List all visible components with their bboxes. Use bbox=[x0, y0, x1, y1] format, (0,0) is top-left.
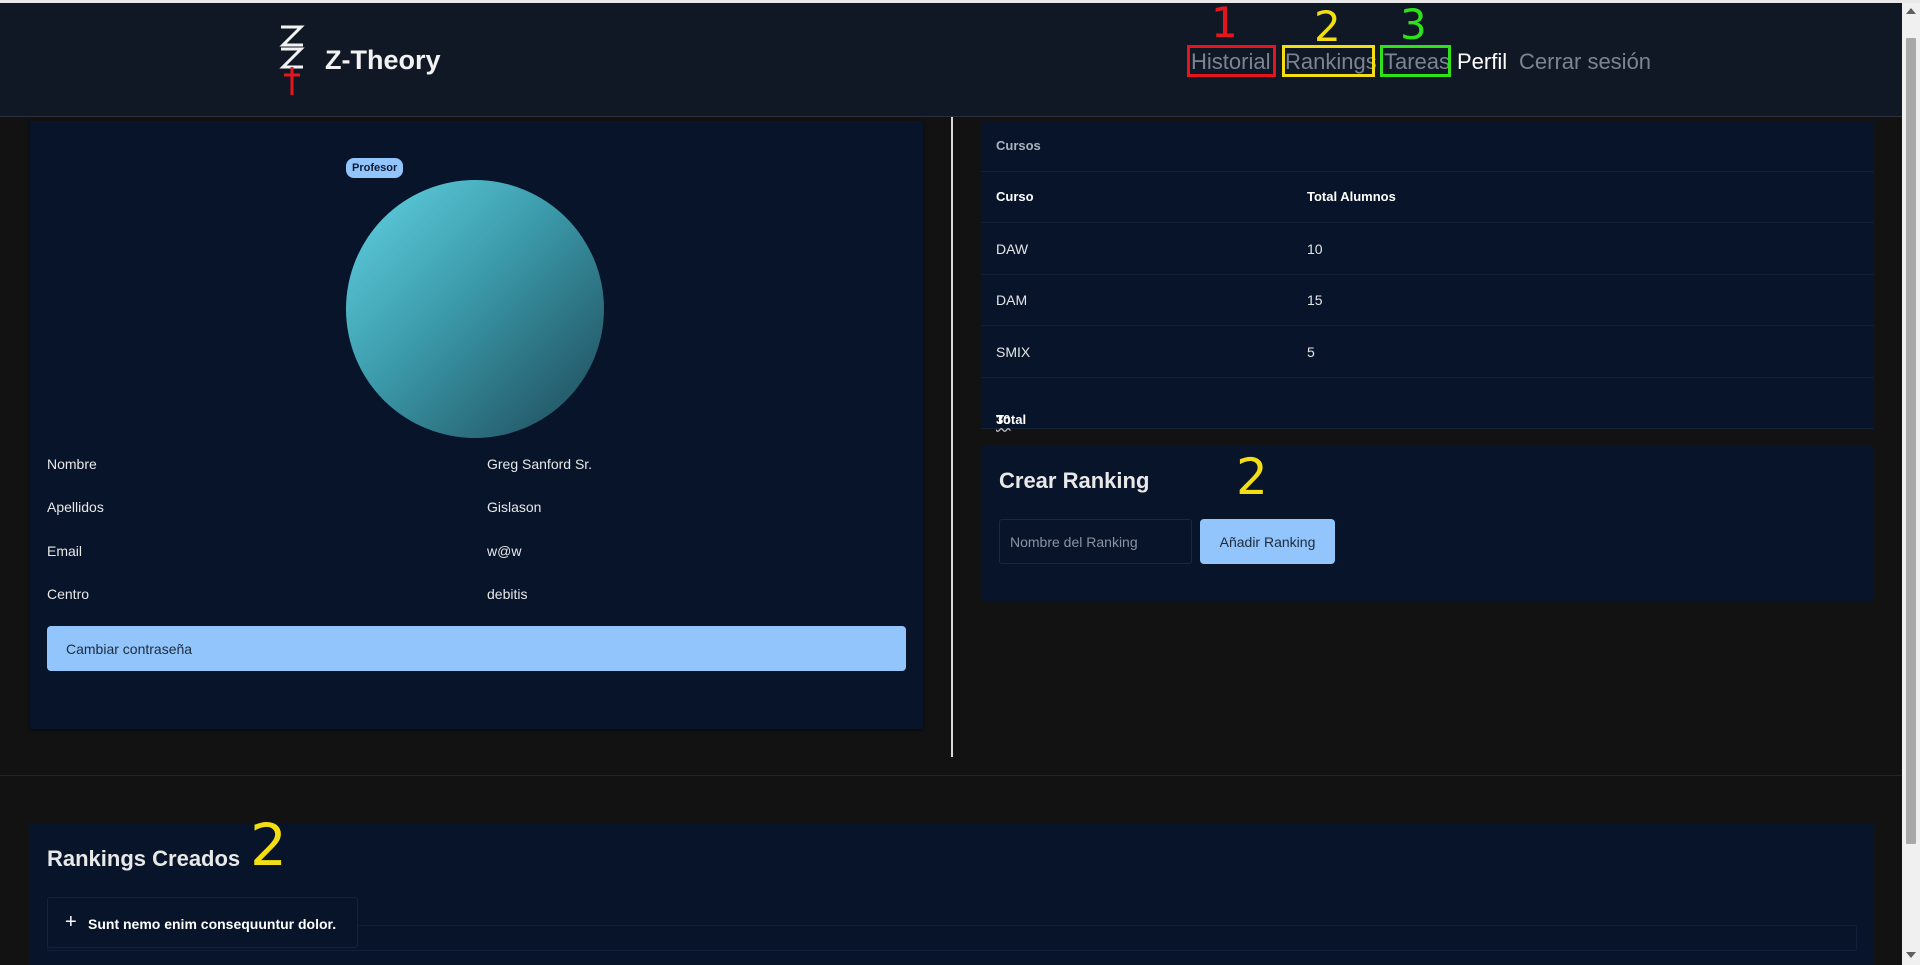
change-password-button[interactable]: Cambiar contraseña bbox=[47, 626, 906, 671]
annotation-box-historial bbox=[1187, 45, 1276, 77]
profile-row-nombre: Nombre Greg Sanford Sr. bbox=[47, 456, 907, 476]
create-ranking-card: Crear Ranking Añadir Ranking bbox=[981, 446, 1874, 601]
annotation-box-tareas bbox=[1380, 45, 1451, 77]
table-row: DAM 15 bbox=[981, 275, 1874, 326]
nav-link-cerrar-sesion[interactable]: Cerrar sesión bbox=[1519, 49, 1651, 75]
avatar bbox=[346, 180, 604, 438]
logo-icon bbox=[279, 25, 305, 95]
rankings-created-title: Rankings Creados bbox=[47, 846, 241, 871]
table-title-row: Cursos bbox=[981, 121, 1874, 172]
annotation-number-2: 2 bbox=[1314, 2, 1341, 51]
field-value: Gislason bbox=[487, 499, 542, 515]
profile-row-centro: Centro debitis bbox=[47, 586, 907, 606]
add-ranking-button[interactable]: Añadir Ranking bbox=[1200, 519, 1335, 564]
profile-row-apellidos: Apellidos Gislason bbox=[47, 499, 907, 519]
annotation-number-1: 1 bbox=[1211, 0, 1238, 47]
ranking-accordion-item[interactable]: + Sunt nemo enim consequuntur dolor. bbox=[47, 897, 358, 948]
field-value: w@w bbox=[487, 543, 522, 559]
annotation-number-3: 3 bbox=[1400, 0, 1427, 49]
vertical-divider bbox=[951, 117, 953, 757]
field-value: debitis bbox=[487, 586, 528, 602]
app-brand-name[interactable]: Z-Theory bbox=[325, 45, 441, 76]
table-row: SMIX 5 bbox=[981, 327, 1874, 378]
plus-icon[interactable]: + bbox=[65, 912, 77, 932]
horizontal-divider bbox=[0, 775, 1902, 776]
course-students: 10 bbox=[1307, 241, 1323, 257]
column-header-total-alumnos: Total Alumnos bbox=[1307, 189, 1396, 204]
table-header-row: Curso Total Alumnos bbox=[981, 172, 1874, 223]
nav-link-perfil[interactable]: Perfil bbox=[1457, 49, 1507, 75]
navbar: Z-Theory Historial Rankings Tareas Perfi… bbox=[0, 3, 1902, 117]
course-students: 5 bbox=[1307, 344, 1315, 360]
scrollbar-thumb[interactable] bbox=[1906, 38, 1916, 844]
ranking-name-input[interactable] bbox=[999, 519, 1192, 564]
table-total-row: Total 30 bbox=[981, 378, 1874, 429]
profile-card: Profesor Nombre Greg Sanford Sr. Apellid… bbox=[30, 121, 923, 729]
field-label: Apellidos bbox=[47, 499, 104, 515]
course-students: 15 bbox=[1307, 292, 1323, 308]
table-title: Cursos bbox=[996, 138, 1041, 153]
rankings-created-card: Rankings Creados + Sunt nemo enim conseq… bbox=[30, 823, 1874, 965]
course-name: SMIX bbox=[996, 344, 1031, 360]
scroll-up-arrow-icon[interactable] bbox=[1906, 8, 1916, 14]
field-label: Centro bbox=[47, 586, 90, 602]
table-row: DAW 10 bbox=[981, 224, 1874, 275]
course-name: DAW bbox=[996, 241, 1029, 257]
annotation-number-2-rankings: 2 bbox=[250, 811, 287, 879]
create-ranking-title: Crear Ranking bbox=[999, 468, 1150, 493]
courses-table: Cursos Curso Total Alumnos DAW 10 DAM 15… bbox=[981, 121, 1874, 430]
field-value: Greg Sanford Sr. bbox=[487, 456, 593, 472]
column-header-curso: Curso bbox=[996, 189, 1034, 204]
field-label: Email bbox=[47, 543, 83, 559]
field-label: Nombre bbox=[47, 456, 97, 472]
profile-row-email: Email w@w bbox=[47, 543, 907, 563]
role-badge: Profesor bbox=[346, 158, 404, 178]
scroll-down-arrow-icon[interactable] bbox=[1906, 952, 1916, 958]
annotation-number-2-create: 2 bbox=[1236, 448, 1268, 506]
course-name: DAM bbox=[996, 292, 1028, 308]
total-value: 30 bbox=[996, 412, 1011, 427]
ranking-item-label[interactable]: Sunt nemo enim consequuntur dolor. bbox=[88, 916, 336, 932]
